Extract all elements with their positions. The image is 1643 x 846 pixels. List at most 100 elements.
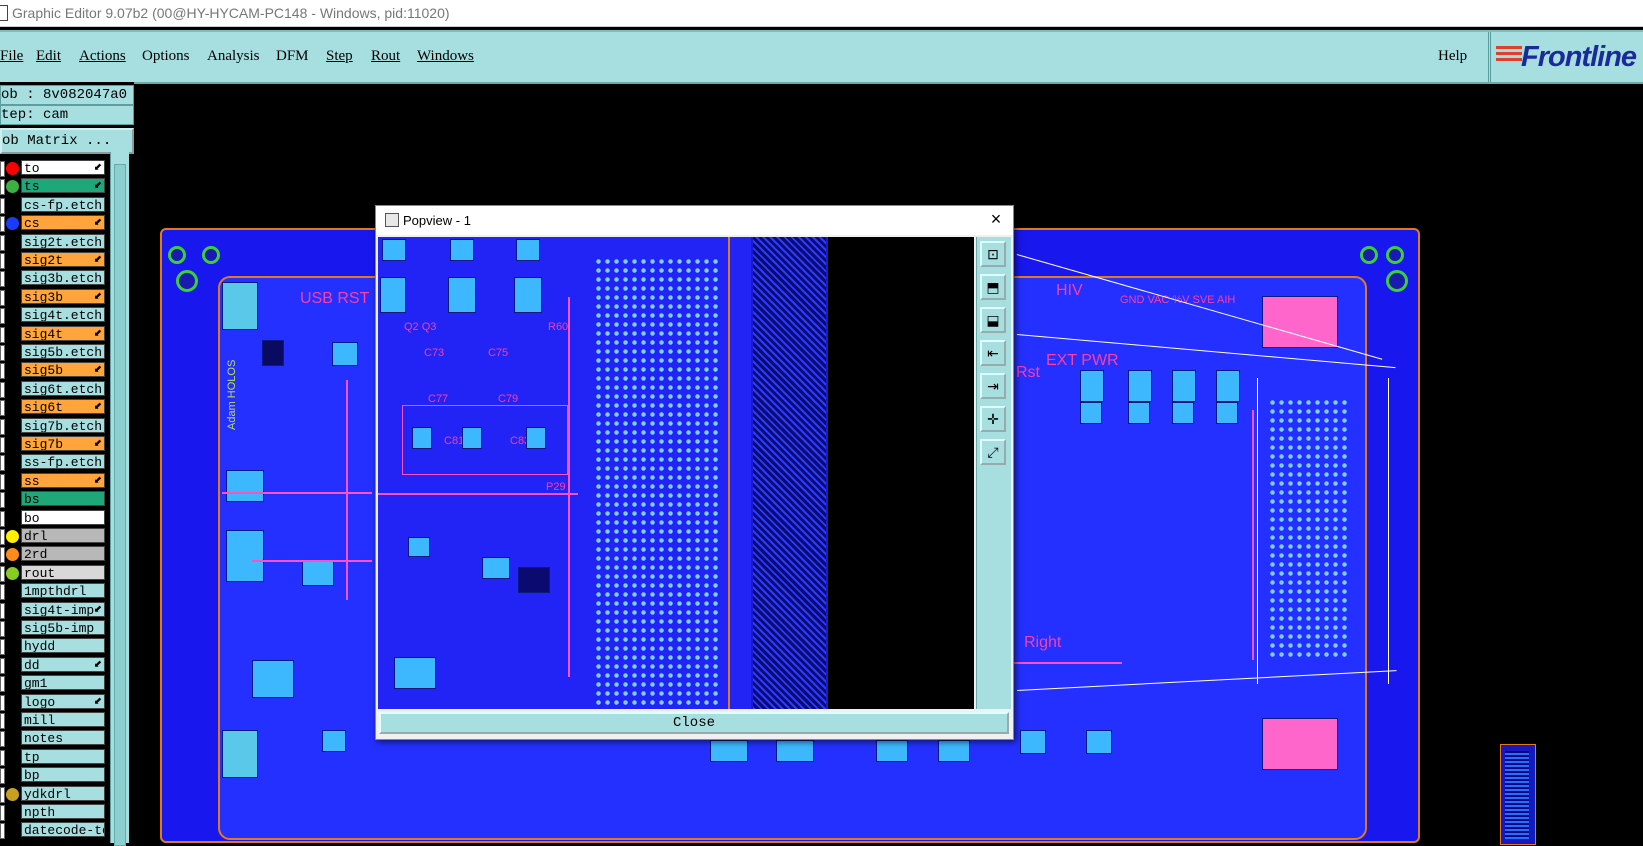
layer-row-to[interactable]: to ⬋ xyxy=(0,160,106,177)
layer-visibility-checkbox[interactable] xyxy=(0,694,5,711)
layer-row-sig4t[interactable]: sig4t ⬋ xyxy=(0,325,106,343)
layer-row-drl[interactable]: drl xyxy=(0,528,106,545)
zoom-window-icon[interactable]: ⊡ xyxy=(980,241,1006,267)
layer-row-bs[interactable]: bs xyxy=(0,491,106,509)
layer-name-label[interactable]: notes xyxy=(21,730,105,746)
layer-row-sig6t.etch[interactable]: sig6t.etch xyxy=(0,380,106,398)
layer-visibility-checkbox[interactable] xyxy=(0,326,5,343)
layer-row-cs[interactable]: cs ⬋ xyxy=(0,215,106,233)
layer-row-ss[interactable]: ss ⬋ xyxy=(0,472,106,490)
menu-dfm[interactable]: DFM xyxy=(276,48,309,65)
layer-row-ss-fp.etch[interactable]: ss-fp.etch xyxy=(0,454,106,472)
layer-name-label[interactable]: logo xyxy=(21,693,105,709)
layer-visibility-checkbox[interactable] xyxy=(0,823,5,840)
layer-visibility-checkbox[interactable] xyxy=(0,197,5,214)
layer-visibility-checkbox[interactable] xyxy=(0,529,5,545)
menu-edit[interactable]: Edit xyxy=(36,48,61,65)
layer-name-label[interactable]: sig2t.etch xyxy=(21,233,105,249)
layer-visibility-checkbox[interactable] xyxy=(0,234,5,251)
layer-row-dd[interactable]: dd ⬋ xyxy=(0,656,106,674)
layer-row-sig5b.etch[interactable]: sig5b.etch xyxy=(0,344,106,361)
layer-row-sig7b.etch[interactable]: sig7b.etch xyxy=(0,417,106,435)
layer-name-label[interactable]: ts xyxy=(21,178,105,194)
layer-visibility-checkbox[interactable] xyxy=(0,418,5,435)
layer-row-npth[interactable]: npth xyxy=(0,804,106,821)
layer-row-sig3b.etch[interactable]: sig3b.etch xyxy=(0,270,106,288)
zoom-in-icon[interactable]: ✛ xyxy=(980,406,1006,432)
layer-name-label[interactable]: sig5b-imp xyxy=(21,620,105,635)
layer-visibility-checkbox[interactable] xyxy=(0,492,5,509)
layer-visibility-checkbox[interactable] xyxy=(0,805,5,821)
layer-visibility-checkbox[interactable] xyxy=(0,308,5,325)
menu-step[interactable]: Step xyxy=(326,48,353,65)
layer-name-label[interactable]: 2rd xyxy=(21,546,105,562)
layer-visibility-checkbox[interactable] xyxy=(0,381,5,398)
layer-visibility-checkbox[interactable] xyxy=(0,657,5,674)
layer-row-datecode-to[interactable]: datecode-to xyxy=(0,822,106,840)
layer-visibility-checkbox[interactable] xyxy=(0,363,5,380)
layer-name-label[interactable]: sig7b xyxy=(21,436,105,451)
popview-close-button[interactable]: Close xyxy=(379,712,1009,734)
layer-visibility-checkbox[interactable] xyxy=(0,565,5,582)
layer-visibility-checkbox[interactable] xyxy=(0,400,5,417)
layer-row-ydkdrl[interactable]: ydkdrl xyxy=(0,785,106,803)
layer-visibility-checkbox[interactable] xyxy=(0,602,5,619)
layer-row-sig7b[interactable]: sig7b ⬋ xyxy=(0,436,106,453)
layer-visibility-checkbox[interactable] xyxy=(0,179,5,196)
layer-name-label[interactable]: sig4t.etch xyxy=(21,307,105,323)
menu-actions[interactable]: Actions xyxy=(79,48,126,65)
layer-visibility-checkbox[interactable] xyxy=(0,584,5,601)
menu-rout[interactable]: Rout xyxy=(371,48,400,65)
layer-visibility-checkbox[interactable] xyxy=(0,253,5,269)
close-icon[interactable]: × xyxy=(985,208,1007,230)
layer-name-label[interactable]: bs xyxy=(21,491,105,507)
layer-name-label[interactable]: rout xyxy=(21,564,105,580)
layer-row-notes[interactable]: notes xyxy=(0,730,106,748)
layer-name-label[interactable]: bp xyxy=(21,767,105,783)
layer-visibility-checkbox[interactable] xyxy=(0,731,5,748)
layer-row-hydd[interactable]: hydd xyxy=(0,638,106,656)
layer-visibility-checkbox[interactable] xyxy=(0,547,5,564)
layer-visibility-checkbox[interactable] xyxy=(0,786,5,803)
layer-name-label[interactable]: mill xyxy=(21,712,105,727)
layer-name-label[interactable]: tp xyxy=(21,748,105,764)
layer-visibility-checkbox[interactable] xyxy=(0,639,5,656)
layer-visibility-checkbox[interactable] xyxy=(0,289,5,306)
layer-name-label[interactable]: to xyxy=(21,160,105,175)
layer-visibility-checkbox[interactable] xyxy=(0,676,5,693)
menu-windows[interactable]: Windows xyxy=(417,48,474,65)
layer-visibility-checkbox[interactable] xyxy=(0,455,5,472)
layer-name-label[interactable]: sig2t xyxy=(21,252,105,267)
layer-row-bp[interactable]: bp xyxy=(0,767,106,785)
layer-row-sig3b[interactable]: sig3b ⬋ xyxy=(0,288,106,306)
layer-visibility-checkbox[interactable] xyxy=(0,510,5,527)
zoom-fit-icon[interactable]: ⤢ xyxy=(980,439,1006,465)
layer-visibility-checkbox[interactable] xyxy=(0,345,5,361)
layer-scrollbar[interactable] xyxy=(110,152,129,846)
layer-name-label[interactable]: ss-fp.etch xyxy=(21,454,105,470)
move-left-icon[interactable]: ⇤ xyxy=(980,340,1006,366)
layer-name-label[interactable]: sig3b xyxy=(21,288,105,304)
layer-name-label[interactable]: sig3b.etch xyxy=(21,270,105,286)
layer-name-label[interactable]: sig7b.etch xyxy=(21,417,105,433)
layer-name-label[interactable]: datecode-to xyxy=(21,822,105,838)
layer-visibility-checkbox[interactable] xyxy=(0,713,5,729)
layer-name-label[interactable]: sig5b xyxy=(21,362,105,378)
layer-name-label[interactable]: 1mpthdrl xyxy=(21,583,105,599)
layer-row-sig2t.etch[interactable]: sig2t.etch xyxy=(0,233,106,251)
layer-row-sig5b-imp[interactable]: sig5b-imp xyxy=(0,620,106,637)
layer-down-icon[interactable]: ⬓ xyxy=(980,307,1006,333)
layer-visibility-checkbox[interactable] xyxy=(0,271,5,288)
menu-analysis[interactable]: Analysis xyxy=(207,48,260,65)
layer-row-sig5b[interactable]: sig5b ⬋ xyxy=(0,362,106,380)
layer-row-sig6t[interactable]: sig6t ⬋ xyxy=(0,399,106,417)
layer-name-label[interactable]: cs-fp.etch xyxy=(21,196,105,212)
menu-file[interactable]: File xyxy=(0,48,23,65)
layer-row-cs-fp.etch[interactable]: cs-fp.etch xyxy=(0,196,106,214)
layer-visibility-checkbox[interactable] xyxy=(0,621,5,637)
move-right-icon[interactable]: ⇥ xyxy=(980,373,1006,399)
layer-visibility-checkbox[interactable] xyxy=(0,473,5,490)
layer-name-label[interactable]: drl xyxy=(21,528,105,543)
minimap-thumbnail[interactable] xyxy=(1500,744,1536,845)
layer-visibility-checkbox[interactable] xyxy=(0,768,5,785)
